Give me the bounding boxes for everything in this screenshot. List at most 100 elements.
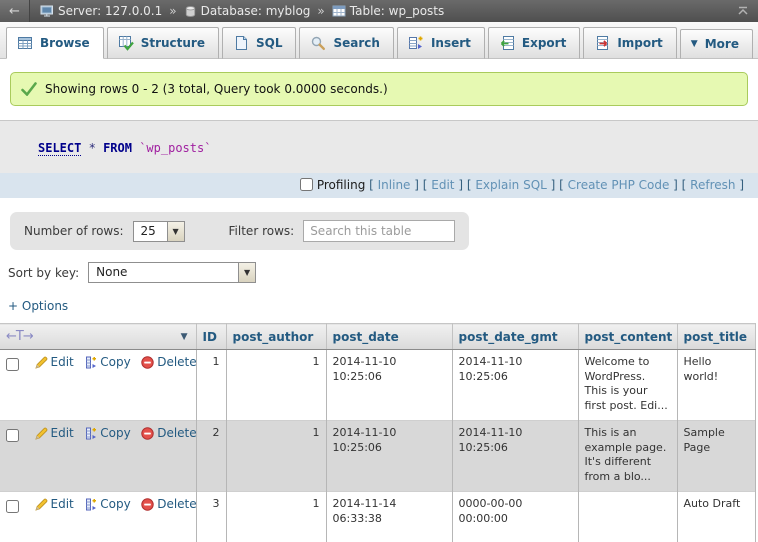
tab-export[interactable]: Export (488, 27, 580, 59)
column-header-post-title[interactable]: post_title (677, 324, 755, 350)
breadcrumb-separator: » (317, 4, 324, 18)
cell-id: 3 (196, 492, 226, 542)
delete-link[interactable]: Delete (141, 355, 196, 371)
profiling-link-refresh[interactable]: Refresh (690, 178, 735, 192)
row-checkbox[interactable] (6, 358, 19, 371)
edit-link[interactable]: Edit (35, 497, 74, 513)
back-button[interactable]: ← (0, 0, 30, 22)
rows-controls: Number of rows: 25 ▼ Filter rows: (10, 212, 469, 250)
filter-rows-label: Filter rows: (229, 224, 295, 238)
search-icon (310, 35, 326, 51)
collapse-icon[interactable] (736, 4, 750, 18)
sort-controls: Sort by key: None ▼ (8, 262, 758, 283)
tab-more[interactable]: ▼ More (680, 29, 753, 59)
sql-keyword-select[interactable]: SELECT (38, 141, 81, 156)
delete-label: Delete (157, 355, 196, 371)
column-options-dropdown-icon[interactable]: ▼ (181, 332, 190, 342)
tab-structure[interactable]: Structure (107, 27, 219, 59)
database-icon (184, 5, 197, 18)
sort-by-key-select[interactable]: None ▼ (88, 262, 256, 283)
row-checkbox[interactable] (6, 429, 19, 442)
filter-rows-input[interactable] (303, 220, 455, 242)
cell-post-date: 2014-11-14 06:33:38 (326, 492, 452, 542)
results-table: ←T→ ▼ ID post_author post_date post_date… (0, 323, 756, 542)
cell-post-date: 2014-11-10 10:25:06 (326, 421, 452, 492)
profiling-bar: Profiling [ Inline ] [ Edit ] [ Explain … (0, 173, 758, 198)
copy-link[interactable]: Copy (84, 426, 130, 442)
cell-post-content: Welcome to WordPress. This is your first… (578, 350, 677, 421)
tab-browse-label: Browse (40, 36, 90, 50)
cell-post-title: Hello world! (677, 350, 755, 421)
tab-sql[interactable]: SQL (222, 27, 297, 59)
profiling-link-inline[interactable]: Inline (378, 178, 411, 192)
column-header-id[interactable]: ID (196, 324, 226, 350)
options-toggle[interactable]: + Options (8, 299, 68, 313)
insert-icon (408, 35, 424, 51)
cell-post-author: 1 (226, 492, 326, 542)
tab-browse[interactable]: Browse (6, 27, 104, 59)
row-actions-cell: Edit Copy Delete (0, 421, 196, 492)
profiling-checkbox[interactable] (300, 178, 313, 191)
chevron-down-icon: ▼ (167, 222, 184, 241)
delete-icon (141, 498, 154, 511)
tab-import[interactable]: Import (583, 27, 676, 59)
success-message: Showing rows 0 - 2 (3 total, Query took … (10, 72, 748, 106)
profiling-link-create-php-code[interactable]: Create PHP Code (568, 178, 670, 192)
cell-post-author: 1 (226, 421, 326, 492)
breadcrumb-separator: » (169, 4, 176, 18)
table-row: Edit Copy Delete 2 1 2014-11-10 10:25:06… (0, 421, 755, 492)
breadcrumb-table[interactable]: Table: wp_posts (332, 4, 445, 18)
pencil-icon (35, 356, 48, 369)
chevron-down-icon: ▼ (691, 39, 698, 49)
tab-import-label: Import (617, 36, 662, 50)
copy-label: Copy (100, 497, 130, 513)
copy-label: Copy (100, 426, 130, 442)
cell-post-title: Sample Page (677, 421, 755, 492)
structure-icon (118, 35, 134, 51)
delete-icon (141, 427, 154, 440)
table-body: Edit Copy Delete 1 1 2014-11-10 10:25:06… (0, 350, 755, 542)
profiling-checkbox-label[interactable]: Profiling (300, 178, 366, 192)
tab-insert[interactable]: Insert (397, 27, 485, 59)
delete-link[interactable]: Delete (141, 497, 196, 513)
row-checkbox[interactable] (6, 500, 19, 513)
breadcrumb: Server: 127.0.0.1 » Database: myblog » T… (40, 4, 736, 18)
cell-post-date-gmt: 2014-11-10 10:25:06 (452, 350, 578, 421)
edit-label: Edit (51, 355, 74, 371)
topbar: ← Server: 127.0.0.1 » Database: myblog » (0, 0, 758, 22)
cell-post-title: Auto Draft (677, 492, 755, 542)
number-of-rows-label: Number of rows: (24, 224, 124, 238)
copy-link[interactable]: Copy (84, 497, 130, 513)
server-icon (40, 4, 54, 18)
breadcrumb-server-label: Server: 127.0.0.1 (58, 4, 162, 18)
table-icon (332, 4, 346, 18)
transpose-control[interactable]: ←T→ (6, 329, 33, 344)
sql-icon (233, 35, 249, 51)
pencil-icon (35, 498, 48, 511)
edit-link[interactable]: Edit (35, 355, 74, 371)
header-row: ←T→ ▼ ID post_author post_date post_date… (0, 324, 755, 350)
cell-post-author: 1 (226, 350, 326, 421)
breadcrumb-database[interactable]: Database: myblog (184, 4, 311, 18)
tab-more-label: More (705, 37, 739, 51)
rows-per-page-select[interactable]: 25 ▼ (133, 221, 185, 242)
tab-insert-label: Insert (431, 36, 471, 50)
tab-search[interactable]: Search (299, 27, 393, 59)
pencil-icon (35, 427, 48, 440)
breadcrumb-server[interactable]: Server: 127.0.0.1 (40, 4, 162, 18)
edit-link[interactable]: Edit (35, 426, 74, 442)
column-header-post-date[interactable]: post_date (326, 324, 452, 350)
profiling-link-explain-sql[interactable]: Explain SQL (475, 178, 547, 192)
profiling-link-edit[interactable]: Edit (431, 178, 454, 192)
cell-post-date-gmt: 2014-11-10 10:25:06 (452, 421, 578, 492)
column-header-post-content[interactable]: post_content (578, 324, 677, 350)
column-header-post-date-gmt[interactable]: post_date_gmt (452, 324, 578, 350)
query-section: SELECT * FROM `wp_posts` Profiling [ Inl… (0, 120, 758, 198)
sort-by-key-value: None (89, 263, 238, 282)
export-icon (499, 35, 515, 51)
cell-post-content (578, 492, 677, 542)
edit-label: Edit (51, 426, 74, 442)
delete-link[interactable]: Delete (141, 426, 196, 442)
copy-link[interactable]: Copy (84, 355, 130, 371)
column-header-post-author[interactable]: post_author (226, 324, 326, 350)
